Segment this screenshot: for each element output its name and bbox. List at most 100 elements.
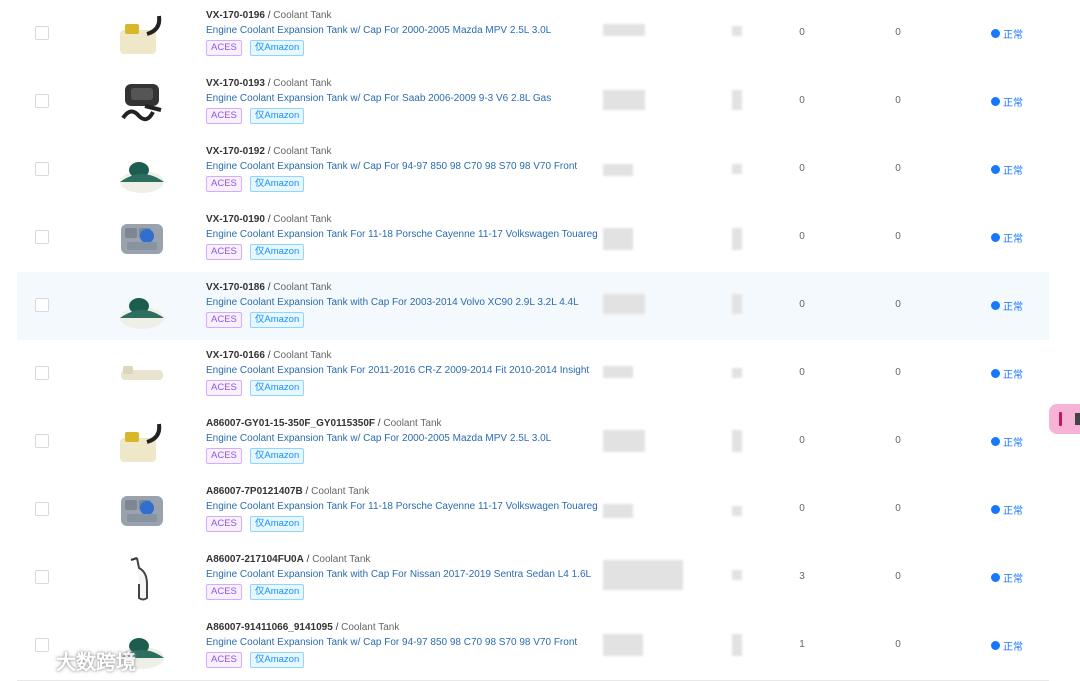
row-checkbox[interactable] [35, 366, 49, 380]
table-row[interactable]: VX-170-0186 / Coolant Tank Engine Coolant… [17, 272, 1049, 341]
grey-tank-icon[interactable] [117, 214, 167, 262]
side-tab-box-icon [1075, 413, 1080, 425]
product-title-link[interactable]: Engine Coolant Expansion Tank w/ Cap For… [206, 432, 591, 446]
product-info: A86007-GY01-15-350F_GY0115350F / Coolant… [206, 417, 591, 464]
product-title-link[interactable]: Engine Coolant Expansion Tank with Cap F… [206, 296, 591, 310]
product-info: VX-170-0192 / Coolant Tank Engine Coolant… [206, 145, 591, 192]
redacted-cell [732, 294, 742, 314]
count-col-1: 0 [799, 163, 805, 174]
green-cap-tank-icon[interactable] [117, 146, 167, 194]
bottle-icon[interactable] [117, 554, 167, 602]
redacted-cell [603, 164, 633, 176]
redacted-cell [732, 228, 742, 250]
product-tags: ACES 仅Amazon [206, 40, 591, 56]
status-text: 正常 [1003, 642, 1023, 653]
amazon-only-tag: 仅Amazon [249, 312, 305, 328]
product-sku-line: A86007-217104FU0A / Coolant Tank [206, 554, 371, 565]
redacted-cell [732, 570, 742, 580]
status-text: 正常 [1003, 370, 1023, 381]
cap-tank-icon[interactable] [117, 10, 167, 58]
product-category: Coolant Tank [273, 78, 332, 89]
amazon-only-tag: 仅Amazon [249, 652, 305, 668]
product-sku-line: A86007-7P0121407B / Coolant Tank [206, 486, 370, 497]
product-sku[interactable]: VX-170-0193 [206, 78, 265, 89]
product-sku[interactable]: A86007-GY01-15-350F_GY0115350F [206, 418, 375, 429]
row-checkbox[interactable] [35, 94, 49, 108]
product-category: Coolant Tank [273, 146, 332, 157]
grey-tank-icon[interactable] [117, 486, 167, 534]
row-checkbox[interactable] [35, 26, 49, 40]
table-row[interactable]: A86007-217104FU0A / Coolant Tank Engine C… [17, 544, 1049, 613]
product-sku[interactable]: VX-170-0190 [206, 214, 265, 225]
row-checkbox[interactable] [35, 298, 49, 312]
table-row[interactable]: VX-170-0192 / Coolant Tank Engine Coolant… [17, 136, 1049, 205]
table-row[interactable]: A86007-7P0121407B / Coolant Tank Engine C… [17, 476, 1049, 545]
product-tags: ACES 仅Amazon [206, 176, 591, 192]
row-checkbox[interactable] [35, 230, 49, 244]
count-col-1: 0 [799, 231, 805, 242]
count-col-1: 3 [799, 571, 805, 582]
redacted-cell [732, 506, 742, 516]
count-col-1: 0 [799, 367, 805, 378]
floating-side-tab[interactable] [1049, 404, 1080, 434]
product-tags: ACES 仅Amazon [206, 516, 591, 532]
product-sku[interactable]: VX-170-0166 [206, 350, 265, 361]
product-title-link[interactable]: Engine Coolant Expansion Tank w/ Cap For… [206, 24, 591, 38]
redacted-cell [732, 26, 742, 36]
product-sku[interactable]: A86007-217104FU0A [206, 554, 304, 565]
table-row[interactable]: VX-170-0190 / Coolant Tank Engine Coolant… [17, 204, 1049, 273]
status-dot-icon [991, 641, 1000, 650]
product-sku[interactable]: VX-170-0186 [206, 282, 265, 293]
green-cap-tank-icon[interactable] [117, 282, 167, 330]
product-title-link[interactable]: Engine Coolant Expansion Tank w/ Cap For… [206, 160, 591, 174]
row-checkbox[interactable] [35, 502, 49, 516]
amazon-only-tag: 仅Amazon [249, 380, 305, 396]
count-col-2: 0 [895, 27, 901, 38]
product-info: VX-170-0190 / Coolant Tank Engine Coolant… [206, 213, 598, 260]
product-sku[interactable]: A86007-91411066_9141095 [206, 622, 333, 633]
aces-tag: ACES [206, 516, 242, 532]
aces-tag: ACES [206, 652, 242, 668]
product-title-link[interactable]: Engine Coolant Expansion Tank w/ Cap For… [206, 636, 591, 650]
product-sku-line: VX-170-0192 / Coolant Tank [206, 146, 332, 157]
table-row[interactable]: A86007-91411066_9141095 / Coolant Tank En… [17, 612, 1049, 681]
product-tags: ACES 仅Amazon [206, 312, 591, 328]
product-sku[interactable]: VX-170-0192 [206, 146, 265, 157]
redacted-cell [732, 368, 742, 378]
product-title-link[interactable]: Engine Coolant Expansion Tank For 11-18 … [206, 500, 598, 514]
aces-tag: ACES [206, 176, 242, 192]
row-checkbox[interactable] [35, 570, 49, 584]
aces-tag: ACES [206, 40, 242, 56]
amazon-only-tag: 仅Amazon [249, 516, 305, 532]
product-title-link[interactable]: Engine Coolant Expansion Tank with Cap F… [206, 568, 591, 582]
hose-tank-icon[interactable] [117, 78, 167, 126]
product-sku[interactable]: A86007-7P0121407B [206, 486, 303, 497]
side-tab-bar-icon [1059, 412, 1062, 426]
status-badge: 正常 [991, 94, 1023, 109]
row-checkbox[interactable] [35, 162, 49, 176]
product-sku-line: VX-170-0193 / Coolant Tank [206, 78, 332, 89]
status-text: 正常 [1003, 234, 1023, 245]
redacted-cell [603, 634, 643, 656]
product-category: Coolant Tank [311, 486, 370, 497]
status-badge: 正常 [991, 26, 1023, 41]
status-badge: 正常 [991, 638, 1023, 653]
aces-tag: ACES [206, 108, 242, 124]
table-row[interactable]: VX-170-0196 / Coolant Tank Engine Coolant… [17, 0, 1049, 69]
status-dot-icon [991, 505, 1000, 514]
product-category: Coolant Tank [312, 554, 371, 565]
count-col-2: 0 [895, 231, 901, 242]
status-dot-icon [991, 437, 1000, 446]
table-row[interactable]: VX-170-0193 / Coolant Tank Engine Coolant… [17, 68, 1049, 137]
product-title-link[interactable]: Engine Coolant Expansion Tank For 2011-2… [206, 364, 591, 378]
table-row[interactable]: VX-170-0166 / Coolant Tank Engine Coolant… [17, 340, 1049, 409]
amazon-only-tag: 仅Amazon [249, 176, 305, 192]
product-sku[interactable]: VX-170-0196 [206, 10, 265, 21]
product-title-link[interactable]: Engine Coolant Expansion Tank For 11-18 … [206, 228, 598, 242]
row-checkbox[interactable] [35, 434, 49, 448]
table-row[interactable]: A86007-GY01-15-350F_GY0115350F / Coolant… [17, 408, 1049, 477]
product-title-link[interactable]: Engine Coolant Expansion Tank w/ Cap For… [206, 92, 591, 106]
cap-tank-icon[interactable] [117, 418, 167, 466]
long-tank-icon[interactable] [117, 350, 167, 398]
aces-tag: ACES [206, 312, 242, 328]
